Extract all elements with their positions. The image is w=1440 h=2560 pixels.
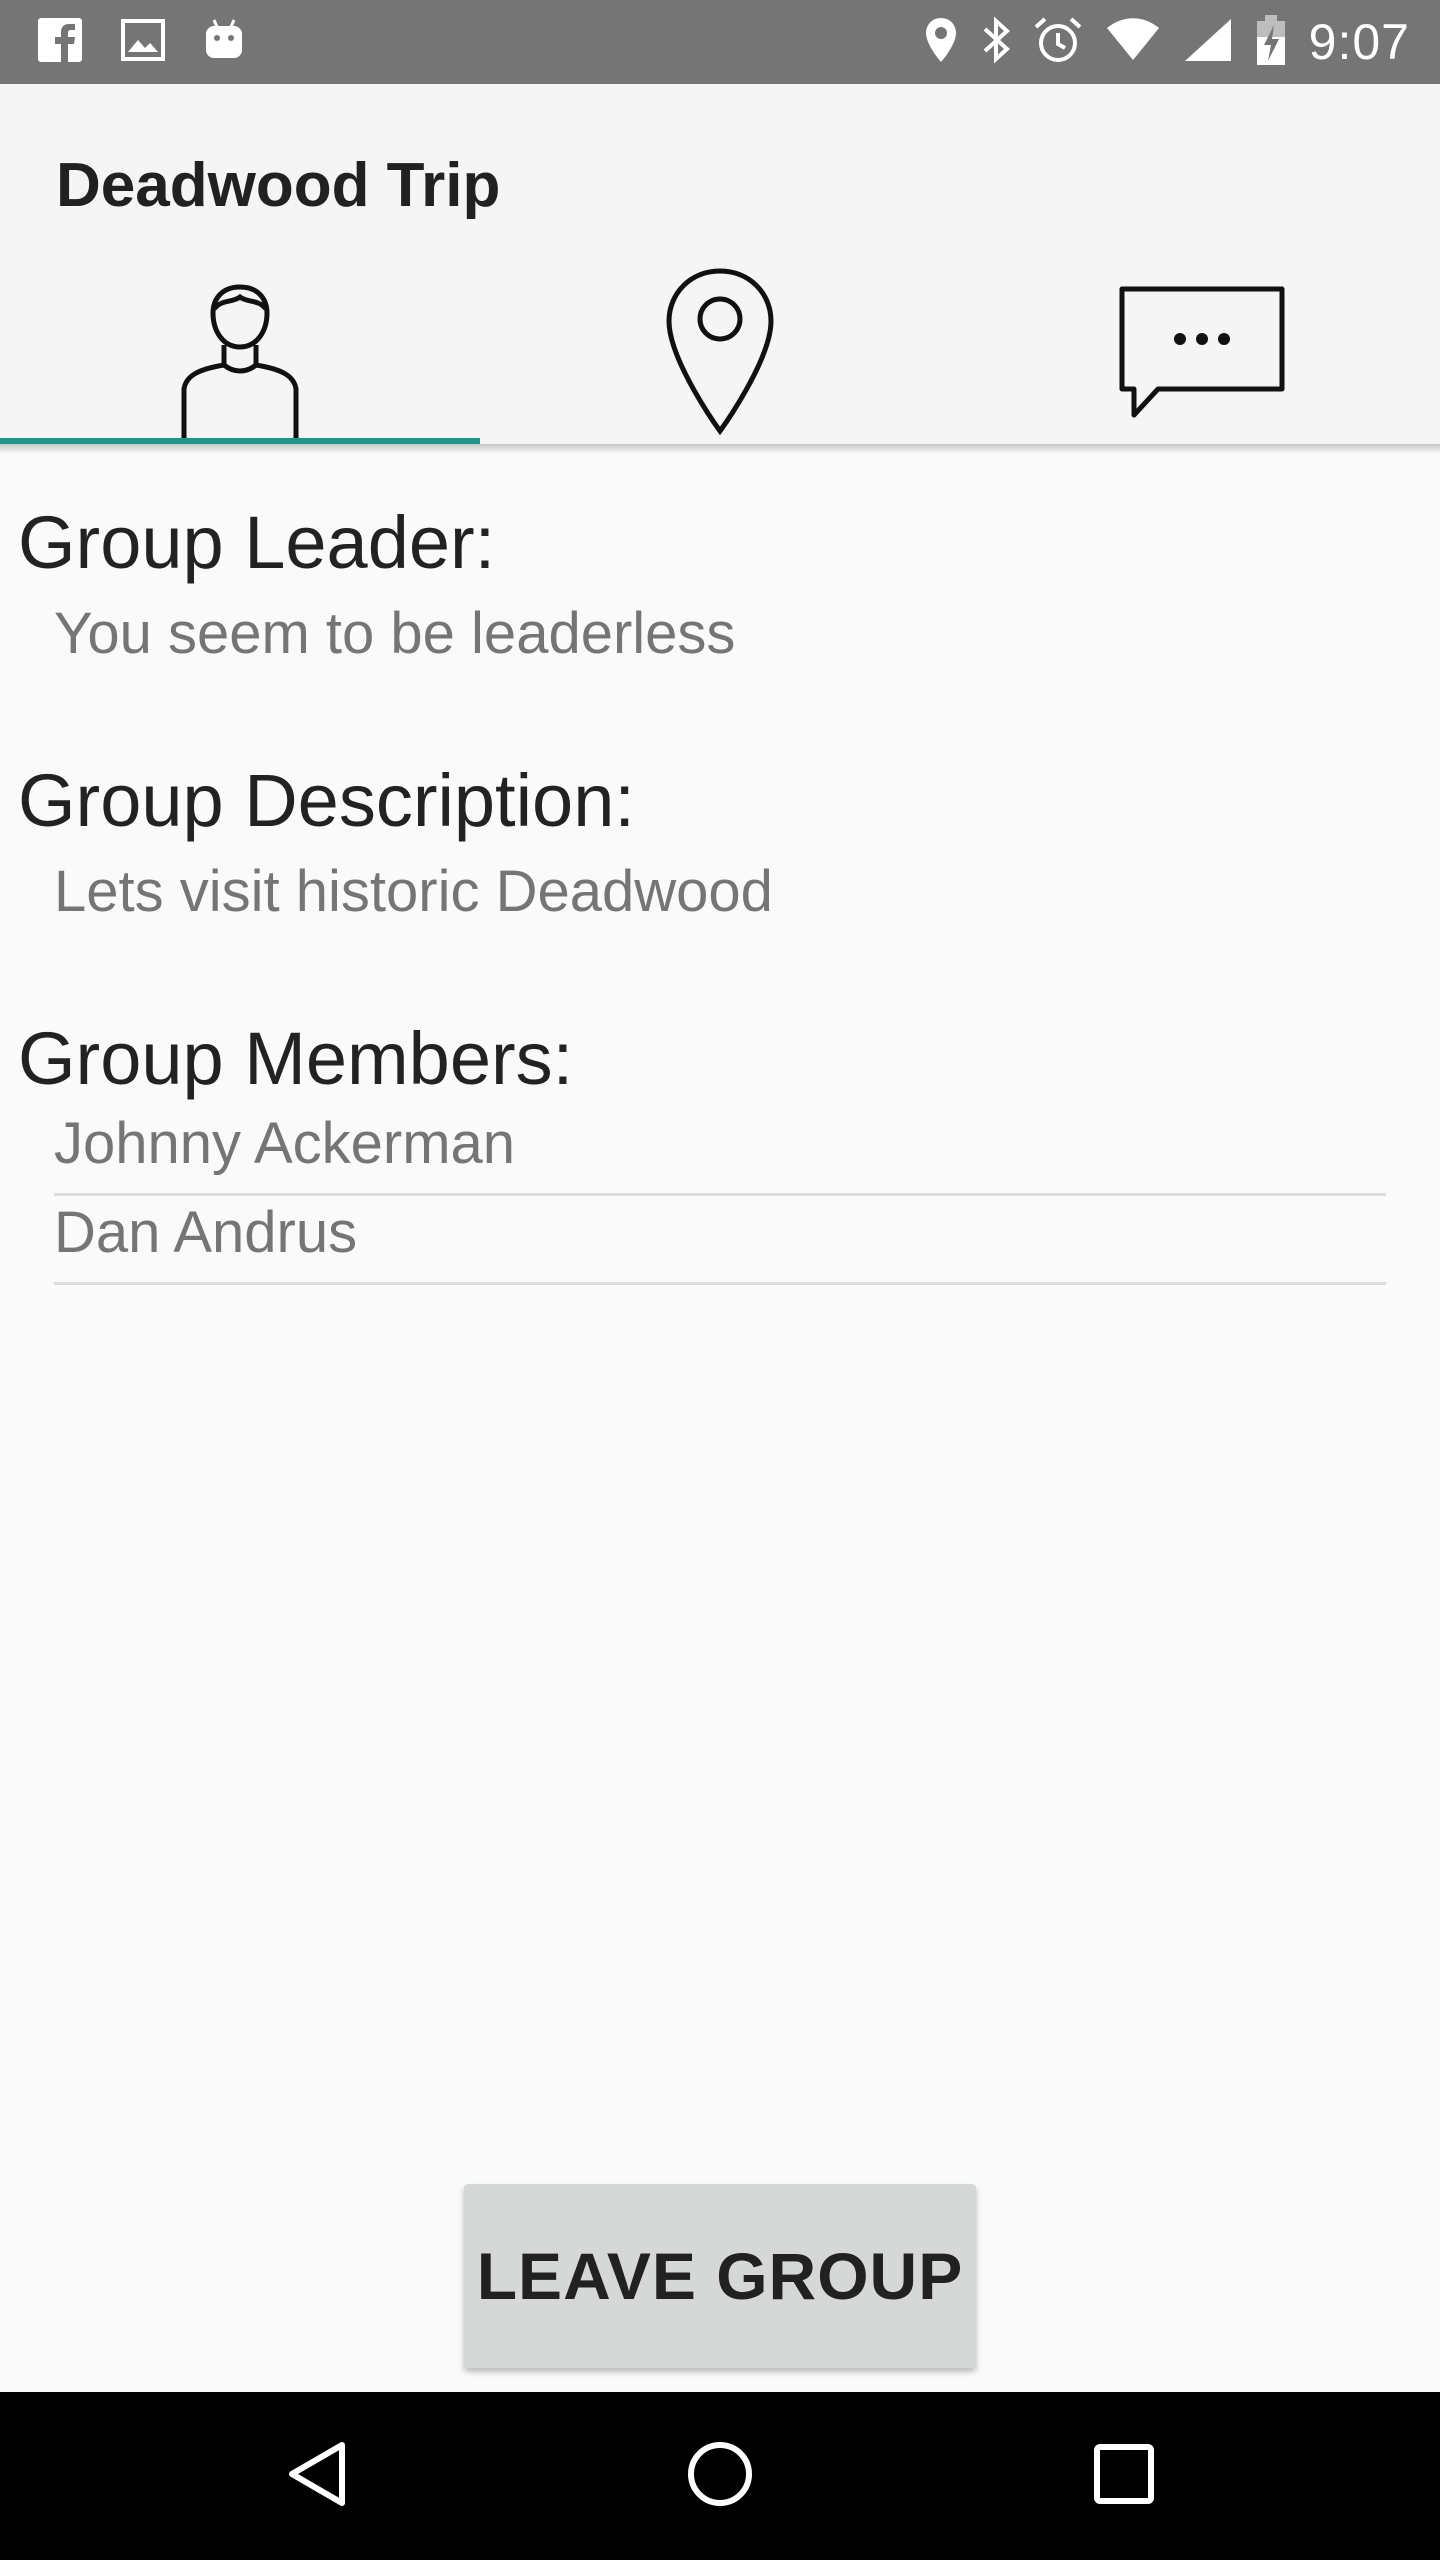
navigation-bar — [0, 2392, 1440, 2560]
home-icon — [685, 2439, 755, 2514]
home-button[interactable] — [620, 2392, 820, 2560]
location-pin-icon — [655, 263, 785, 444]
tab-bar-shadow — [0, 444, 1440, 454]
member-name: Dan Andrus — [54, 1200, 358, 1265]
group-members-heading: Group Members: — [18, 1017, 574, 1100]
image-icon — [120, 18, 166, 67]
back-icon — [284, 2439, 348, 2514]
app-bar: Deadwood Trip — [0, 84, 1440, 444]
bluetooth-icon — [981, 15, 1011, 70]
wifi-icon — [1105, 17, 1161, 67]
recents-icon — [1093, 2443, 1155, 2510]
facebook-icon — [36, 16, 84, 69]
tab-bar — [0, 264, 1440, 444]
member-name: Johnny Ackerman — [54, 1111, 516, 1176]
location-icon — [923, 16, 959, 69]
person-icon — [150, 269, 330, 444]
screen: 9:07 Deadwood Trip Group Leader: You see… — [0, 0, 1440, 2560]
list-item[interactable]: Dan Andrus — [54, 1199, 1386, 1285]
page-title: Deadwood Trip — [56, 151, 501, 220]
group-description-heading: Group Description: — [18, 759, 635, 842]
group-description-value: Lets visit historic Deadwood — [54, 859, 773, 924]
alarm-icon — [1033, 15, 1083, 70]
tab-group-info[interactable] — [0, 264, 480, 444]
group-leader-value: You seem to be leaderless — [54, 601, 736, 666]
tab-map[interactable] — [480, 264, 960, 444]
battery-icon — [1255, 13, 1287, 72]
status-bar: 9:07 — [0, 0, 1440, 84]
leave-group-button[interactable]: LEAVE GROUP — [464, 2184, 976, 2368]
status-notifications — [36, 14, 246, 70]
status-time: 9:07 — [1308, 14, 1410, 70]
back-button[interactable] — [216, 2392, 416, 2560]
signal-icon — [1183, 17, 1233, 68]
android-icon — [202, 18, 246, 67]
chat-bubble-icon — [1110, 269, 1290, 444]
tab-chat[interactable] — [960, 264, 1440, 444]
list-item[interactable]: Johnny Ackerman — [54, 1110, 1386, 1196]
status-system-icons: 9:07 — [923, 10, 1410, 74]
recents-button[interactable] — [1024, 2392, 1224, 2560]
group-leader-heading: Group Leader: — [18, 501, 496, 584]
